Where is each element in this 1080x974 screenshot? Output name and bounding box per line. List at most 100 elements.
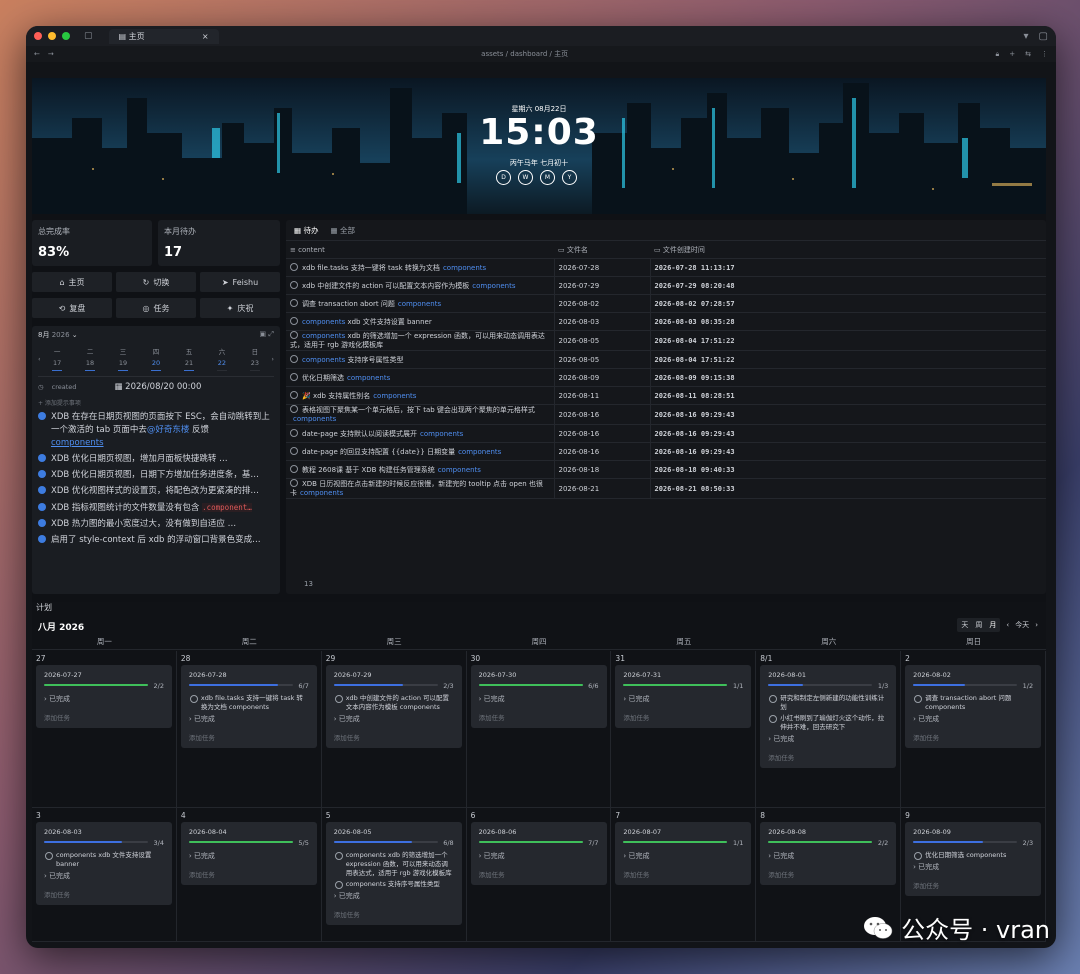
lock-icon[interactable]: 🔒︎	[996, 50, 1000, 59]
calendar-day-cell[interactable]: 8/1 2026-08-01 1/3 研究和制定左侧新建的功能性训练计划 小红书刷到了瑜…	[756, 651, 902, 808]
checked-icon[interactable]	[38, 535, 46, 543]
day-task[interactable]: 研究和制定左侧新建的功能性训练计划	[769, 694, 888, 712]
day-card-date[interactable]: 2026-07-30	[479, 671, 599, 679]
day-task[interactable]: 优化日期筛选 components	[914, 851, 1033, 860]
filename-cell[interactable]: 2026-08-11	[553, 386, 650, 405]
mini-cal-day[interactable]: 五 21	[183, 346, 194, 371]
day-card[interactable]: 2026-07-30 6/6 › 已完成 添加任务	[470, 665, 607, 728]
completed-toggle[interactable]: › 已完成	[479, 851, 599, 861]
completed-toggle[interactable]: › 已完成	[189, 714, 309, 724]
checkbox-icon[interactable]	[290, 280, 298, 289]
completed-toggle[interactable]: › 已完成	[768, 734, 888, 744]
content-cell[interactable]: 调查 transaction abort 问题 components	[286, 294, 554, 313]
task-list-item[interactable]: XDB 优化日期页视图，日期下方增加任务进度条，基…	[38, 469, 274, 482]
feishu-button[interactable]: ➤ Feishu	[200, 272, 280, 292]
content-cell[interactable]: xdb 中创建文件的 action 可以配置文本内容作为模板 components	[286, 276, 554, 295]
calendar-day-cell[interactable]: 3 2026-08-03 3/4 components xdb 文件支持设置 bann…	[32, 808, 177, 942]
content-cell[interactable]: components xdb 文件支持设置 banner	[286, 312, 554, 331]
filename-cell[interactable]: 2026-08-03	[553, 312, 650, 331]
content-cell[interactable]: date-page 支持默认以阅读模式展开 components	[286, 424, 554, 443]
tab-all[interactable]: ▦ 全部	[330, 225, 354, 236]
back-icon[interactable]: ←	[34, 50, 40, 58]
add-task-button[interactable]: 添加任务	[913, 880, 1033, 890]
table-row[interactable]: xdb file.tasks 支持一键将 task 转换为文档 component…	[286, 258, 1046, 277]
table-row[interactable]: components xdb 文件支持设置 banner 2026-08-03 20…	[286, 312, 1046, 331]
add-task-button[interactable]: 添加任务	[479, 869, 599, 879]
filename-cell[interactable]: 2026-07-28	[553, 258, 650, 277]
day-card[interactable]: 2026-08-03 3/4 components xdb 文件支持设置 banne…	[36, 822, 172, 905]
day-card[interactable]: 2026-07-27 2/2 › 已完成 添加任务	[36, 665, 172, 728]
table-row[interactable]: 调查 transaction abort 问题 components 2026-08…	[286, 294, 1046, 313]
add-task-button[interactable]: 添加任务	[189, 869, 309, 879]
celebrate-button[interactable]: ✦ 庆祝	[200, 298, 280, 318]
calendar-day-cell[interactable]: 7 2026-08-07 1/1 › 已完成 添加任务	[611, 808, 757, 942]
calendar-day-cell[interactable]: 5 2026-08-05 6/8 components xdb 的筛选增加一个 exp…	[321, 808, 467, 942]
next-week-icon[interactable]: ›	[271, 355, 274, 363]
mini-cal-day[interactable]: 一 17	[52, 346, 63, 371]
day-card[interactable]: 2026-08-01 1/3 研究和制定左侧新建的功能性训练计划 小红书刷到了瑜伽灯火…	[760, 665, 897, 768]
add-task-button[interactable]: 添加任务	[623, 869, 743, 879]
view-day-button[interactable]: 天	[961, 620, 968, 630]
filename-cell[interactable]: 2026-08-02	[553, 294, 650, 313]
content-cell[interactable]: 表格视图下聚焦某一个单元格后，按下 tab 键会出现两个聚焦的单元格样式comp…	[286, 404, 554, 425]
chevron-down-icon[interactable]: ⌄	[72, 331, 78, 339]
day-card[interactable]: 2026-08-08 2/2 › 已完成 添加任务	[760, 822, 897, 885]
day-card-date[interactable]: 2026-07-29	[334, 671, 454, 679]
completed-toggle[interactable]: › 已完成	[623, 851, 743, 861]
completed-toggle[interactable]: › 已完成	[479, 694, 599, 704]
calendar-day-cell[interactable]: 27 2026-07-27 2/2 › 已完成 添加任务	[32, 651, 177, 808]
swap-icon[interactable]: ⇆	[1025, 50, 1031, 58]
day-card[interactable]: 2026-08-05 6/8 components xdb 的筛选增加一个 expr…	[325, 822, 462, 925]
checkbox-icon[interactable]	[290, 316, 298, 325]
table-row[interactable]: 优化日期筛选 components 2026-08-09 2026-08-09 09:…	[286, 368, 1046, 387]
day-card-date[interactable]: 2026-08-03	[44, 828, 164, 836]
tag-link[interactable]: components	[293, 415, 336, 423]
checked-icon[interactable]	[38, 519, 46, 527]
tab-home[interactable]: ▤ 主页 ×	[108, 28, 219, 44]
calendar-day-cell[interactable]: 30 2026-07-30 6/6 › 已完成 添加任务	[466, 651, 612, 808]
completed-toggle[interactable]: › 已完成	[189, 851, 309, 861]
content-cell[interactable]: 优化日期筛选 components	[286, 368, 554, 387]
tag-link[interactable]: components	[373, 392, 416, 400]
day-card-date[interactable]: 2026-08-01	[768, 671, 888, 679]
filename-cell[interactable]: 2026-08-09	[553, 368, 650, 387]
day-card[interactable]: 2026-08-09 2/3 优化日期筛选 components › 已完成 添加任务	[905, 822, 1042, 896]
filename-cell[interactable]: 2026-07-29	[553, 276, 650, 295]
checkbox-icon[interactable]	[290, 372, 298, 381]
maximize-window-button[interactable]	[62, 32, 70, 40]
tag-link[interactable]: components	[300, 489, 343, 497]
content-cell[interactable]: components xdb 的筛选增加一个 expression 函数，可以用…	[286, 330, 554, 351]
task-list-item[interactable]: 启用了 style-context 后 xdb 的浮动窗口背景色变成…	[38, 534, 274, 547]
add-task-button[interactable]: 添加任务	[44, 889, 164, 899]
day-card[interactable]: 2026-07-28 6/7 xdb file.tasks 支持一键将 task 转…	[180, 665, 317, 748]
add-icon[interactable]: +	[1009, 50, 1015, 58]
table-row[interactable]: xdb 中创建文件的 action 可以配置文本内容作为模板 components…	[286, 276, 1046, 295]
switch-button[interactable]: ↻ 切换	[116, 272, 196, 292]
day-task[interactable]: 小红书刷到了瑜伽灯火这个动作，拉伸并不难，回去研究下	[769, 714, 888, 732]
tag-link[interactable]: components	[51, 438, 104, 448]
day-card[interactable]: 2026-08-07 1/1 › 已完成 添加任务	[615, 822, 752, 885]
header-filename[interactable]: 文件名	[567, 246, 588, 254]
content-cell[interactable]: 🎉 xdb 支持属性别名 components	[286, 386, 554, 405]
add-task-button[interactable]: 添加任务	[768, 752, 888, 762]
day-card-date[interactable]: 2026-08-08	[768, 828, 888, 836]
calendar-day-cell[interactable]: 28 2026-07-28 6/7 xdb file.tasks 支持一键将 task…	[176, 651, 322, 808]
today-button[interactable]: 今天	[1015, 620, 1029, 630]
tag-link[interactable]: components	[420, 430, 463, 438]
filename-cell[interactable]: 2026-08-05	[553, 350, 650, 369]
completed-toggle[interactable]: › 已完成	[768, 851, 888, 861]
completed-toggle[interactable]: › 已完成	[44, 694, 164, 704]
year-view-button[interactable]: Y	[562, 170, 577, 185]
checkbox-icon[interactable]	[290, 298, 298, 307]
home-button[interactable]: ⌂ 主页	[32, 272, 112, 292]
next-month-icon[interactable]: ›	[1035, 621, 1038, 629]
mini-cal-day[interactable]: 三 19	[118, 346, 129, 371]
more-icon[interactable]: ⋮	[1041, 50, 1048, 58]
calendar-day-cell[interactable]: 4 2026-08-04 5/5 › 已完成 添加任务	[176, 808, 322, 942]
header-created[interactable]: 文件创建时间	[663, 246, 705, 254]
checkbox-icon[interactable]	[290, 446, 298, 455]
day-card[interactable]: 2026-08-02 1/2 调查 transaction abort 问题 com…	[905, 665, 1042, 748]
table-row[interactable]: 🎉 xdb 支持属性别名 components 2026-08-11 2026-08-…	[286, 386, 1046, 405]
add-task-button[interactable]: 添加任务	[189, 732, 309, 742]
checkbox-icon[interactable]	[290, 479, 298, 487]
